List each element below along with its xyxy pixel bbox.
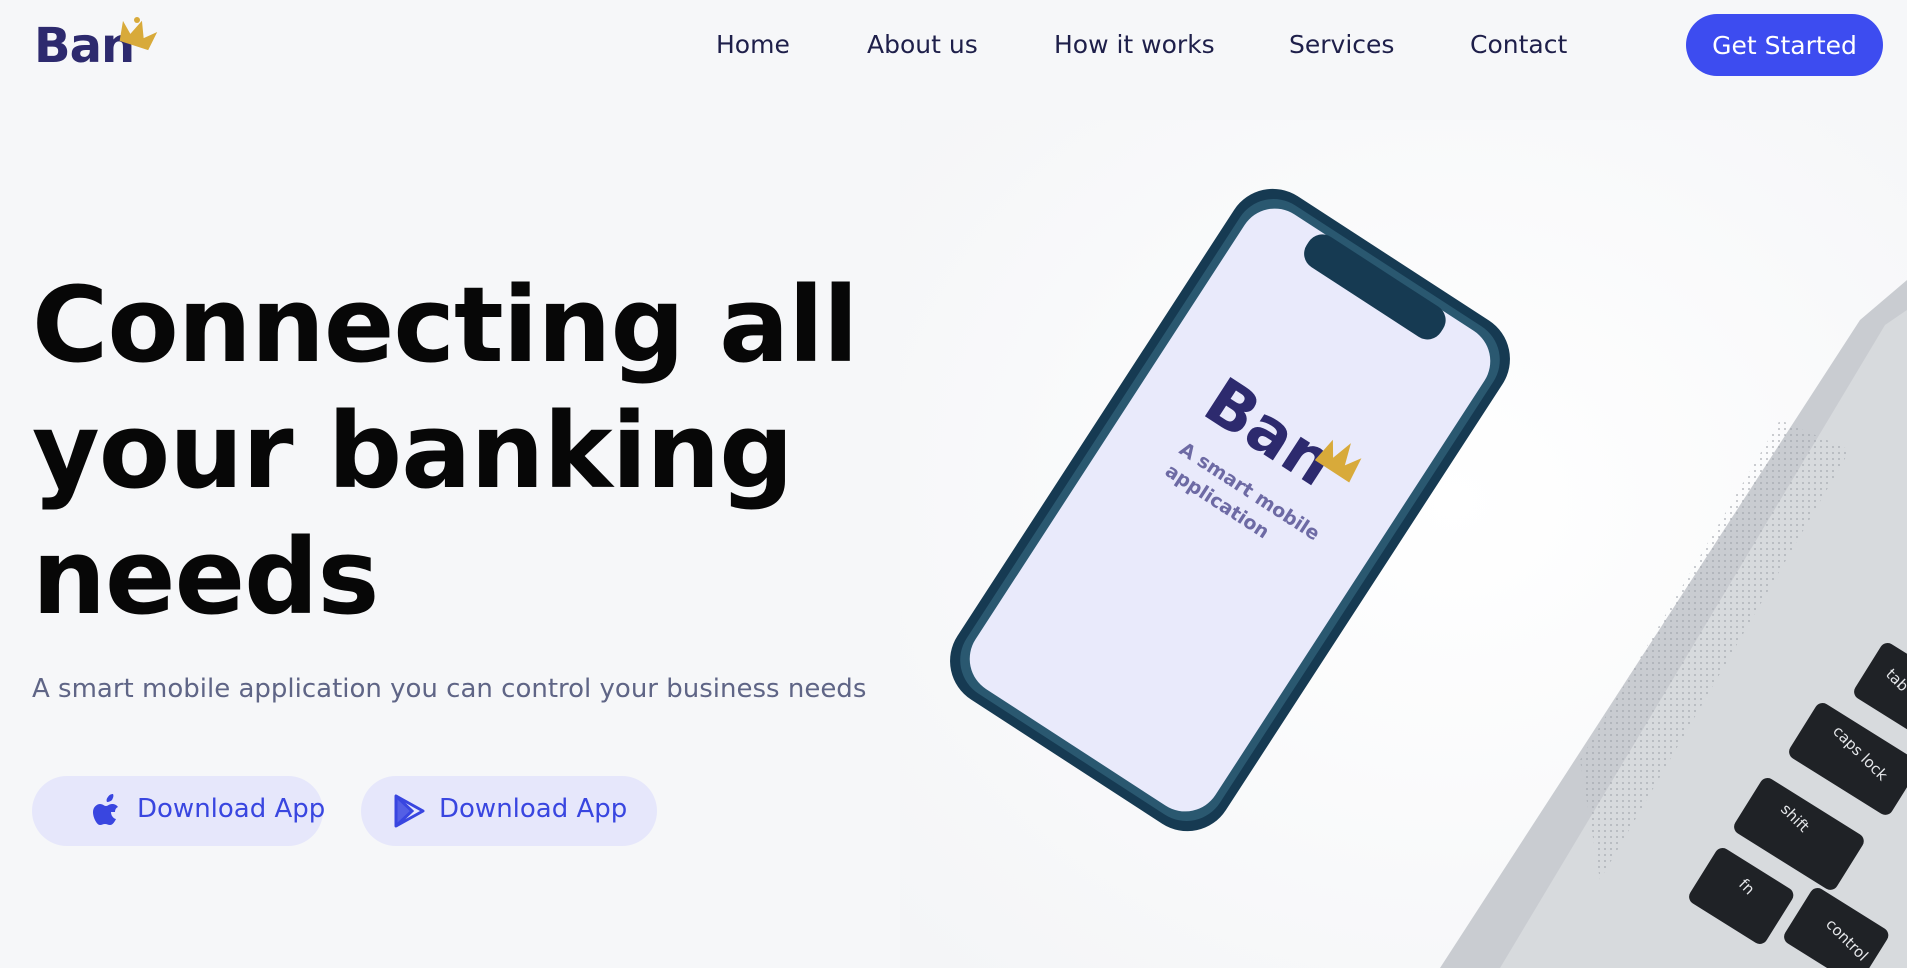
hero-subtitle: A smart mobile application you can contr… xyxy=(32,674,867,704)
nav-item-home[interactable]: Home xyxy=(716,28,790,62)
nav-item-how-it-works[interactable]: How it works xyxy=(1054,28,1215,62)
nav-item-contact[interactable]: Contact xyxy=(1470,28,1567,62)
headline-line-2: your banking xyxy=(32,390,794,512)
play-store-icon xyxy=(391,793,427,829)
hero-headline: Connecting all your banking needs xyxy=(32,262,932,640)
download-app-play-button[interactable]: Download App xyxy=(361,776,657,846)
hero-image: tab caps lock shift fn control Ban A sma… xyxy=(900,120,1907,968)
headline-line-3: needs xyxy=(32,516,379,638)
crown-icon xyxy=(119,17,158,51)
download-app-ios-button[interactable]: Download App xyxy=(32,776,326,846)
download-app-play-label: Download App xyxy=(439,794,628,824)
apple-icon xyxy=(90,793,126,829)
get-started-button[interactable]: Get Started xyxy=(1686,14,1883,76)
site-header: Ban Home About us How it works Services … xyxy=(0,0,1907,90)
headline-line-1: Connecting all xyxy=(32,264,859,386)
nav-item-about-us[interactable]: About us xyxy=(867,28,978,62)
brand-logo[interactable]: Ban xyxy=(34,16,164,76)
download-app-ios-label: Download App xyxy=(137,794,326,824)
nav-item-services[interactable]: Services xyxy=(1289,28,1394,62)
